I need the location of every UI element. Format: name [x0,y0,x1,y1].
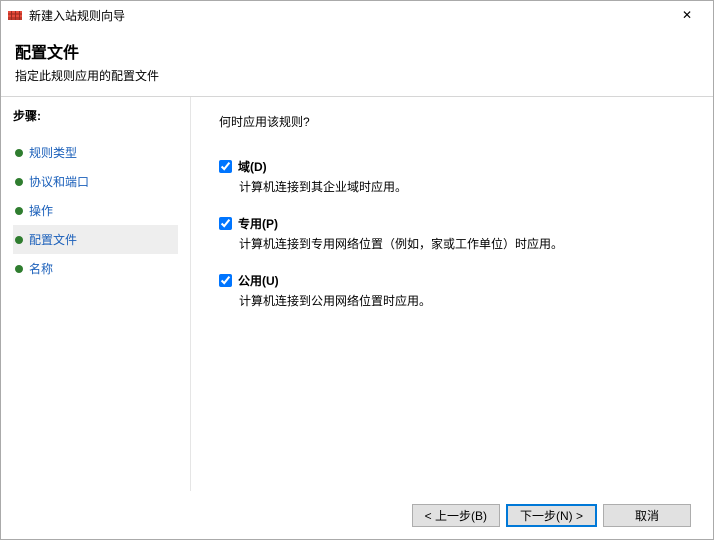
option-public: 公用(U) 计算机连接到公用网络位置时应用。 [219,272,685,309]
option-desc: 计算机连接到其企业域时应用。 [239,178,685,195]
bullet-icon [15,178,23,186]
steps-label: 步骤: [13,107,178,124]
page-title: 配置文件 [15,39,699,63]
wizard-footer: < 上一步(B) 下一步(N) > 取消 [1,491,713,539]
wizard-body: 步骤: 规则类型 协议和端口 操作 配置文件 名称 [1,97,713,499]
content-pane: 何时应用该规则? 域(D) 计算机连接到其企业域时应用。 专用(P) 计算机连接… [191,97,713,499]
step-label: 规则类型 [29,144,77,161]
sidebar: 步骤: 规则类型 协议和端口 操作 配置文件 名称 [1,97,191,499]
checkbox-private[interactable] [219,217,232,230]
window-title: 新建入站规则向导 [29,7,667,24]
option-domain: 域(D) 计算机连接到其企业域时应用。 [219,158,685,195]
bullet-icon [15,149,23,157]
step-profile[interactable]: 配置文件 [13,225,178,254]
close-button[interactable]: ✕ [667,4,707,26]
checkbox-public[interactable] [219,274,232,287]
step-label: 操作 [29,202,53,219]
bullet-icon [15,207,23,215]
option-private: 专用(P) 计算机连接到专用网络位置（例如，家或工作单位）时应用。 [219,215,685,252]
option-label: 域(D) [238,158,267,175]
bullet-icon [15,236,23,244]
option-desc: 计算机连接到专用网络位置（例如，家或工作单位）时应用。 [239,235,685,252]
prompt-text: 何时应用该规则? [219,113,685,130]
titlebar: 新建入站规则向导 ✕ [1,1,713,29]
checkbox-domain[interactable] [219,160,232,173]
step-label: 配置文件 [29,231,77,248]
close-icon: ✕ [682,8,692,22]
step-list: 规则类型 协议和端口 操作 配置文件 名称 [13,138,178,283]
step-name[interactable]: 名称 [13,254,178,283]
option-desc: 计算机连接到公用网络位置时应用。 [239,292,685,309]
step-protocol-ports[interactable]: 协议和端口 [13,167,178,196]
step-action[interactable]: 操作 [13,196,178,225]
step-label: 协议和端口 [29,173,89,190]
page-subtitle: 指定此规则应用的配置文件 [15,67,699,84]
option-label: 专用(P) [238,215,278,232]
cancel-button[interactable]: 取消 [603,504,691,527]
next-button[interactable]: 下一步(N) > [506,504,597,527]
bullet-icon [15,265,23,273]
step-rule-type[interactable]: 规则类型 [13,138,178,167]
step-label: 名称 [29,260,53,277]
back-button[interactable]: < 上一步(B) [412,504,500,527]
option-label: 公用(U) [238,272,279,289]
wizard-header: 配置文件 指定此规则应用的配置文件 [1,29,713,97]
firewall-icon [7,7,23,23]
